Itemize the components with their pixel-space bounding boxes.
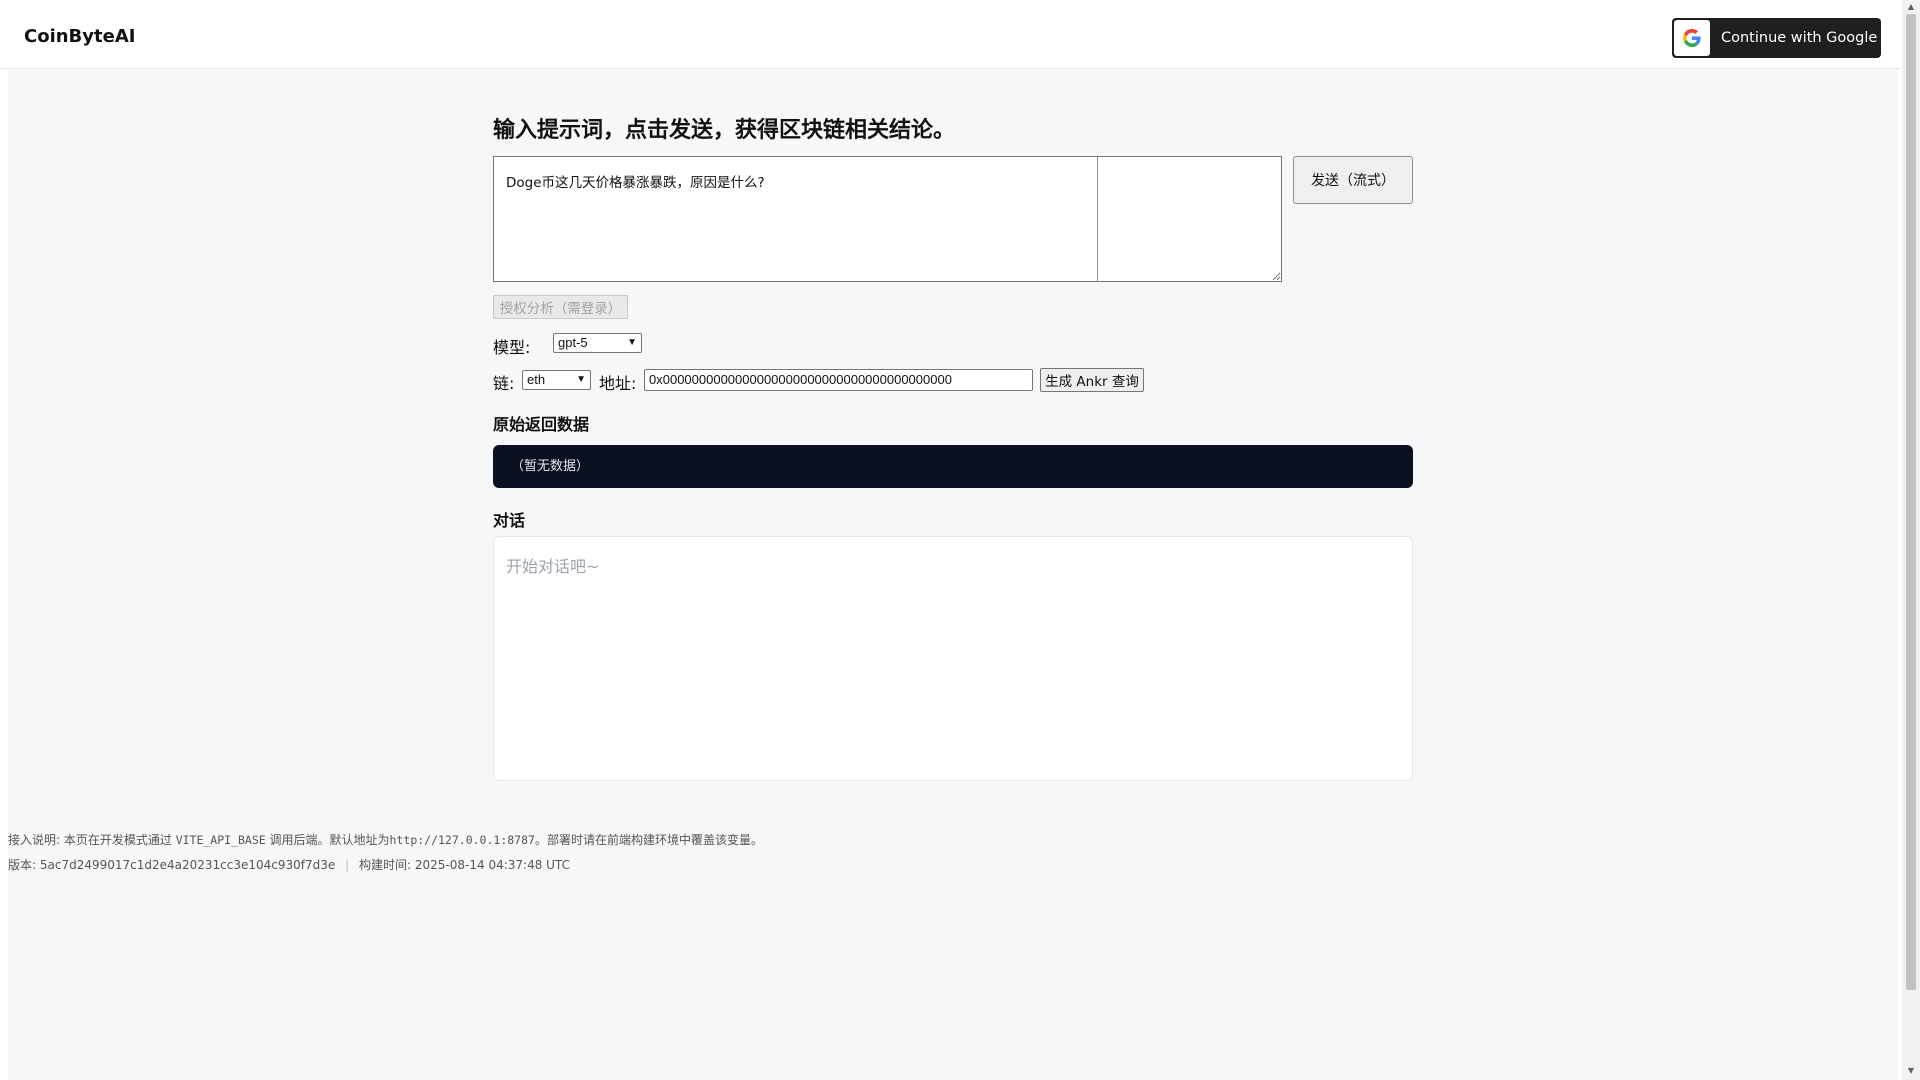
top-header: CoinByteAI Continue with Google	[0, 0, 1900, 69]
note-prefix: 接入说明: 本页在开发模式通过	[8, 833, 172, 847]
model-label: 模型:	[493, 338, 531, 357]
build-time-label: 构建时间:	[359, 858, 412, 872]
send-stream-button[interactable]: 发送（流式）	[1293, 156, 1413, 204]
raw-data-title: 原始返回数据	[493, 415, 590, 434]
version-value: 5ac7d2499017c1d2e4a20231cc3e104c930f7d3e	[39, 858, 336, 872]
generate-ankr-query-button[interactable]: 生成 Ankr 查询	[1040, 368, 1144, 392]
raw-data-empty-text: （暂无数据）	[511, 459, 590, 474]
integration-note: 接入说明: 本页在开发模式通过 VITE_API_BASE 调用后端。默认地址为…	[8, 831, 763, 848]
scroll-down-arrow-icon[interactable]: ▼	[1906, 1066, 1916, 1076]
version-label: 版本:	[8, 858, 37, 872]
google-button-label: Continue with Google	[1721, 30, 1878, 46]
prompt-textarea[interactable]	[493, 156, 1282, 282]
chevron-down-icon: ▼	[576, 374, 586, 385]
google-icon-box	[1674, 20, 1710, 56]
google-g-icon	[1683, 29, 1701, 47]
vertical-scrollbar[interactable]: ▲ ▼	[1902, 0, 1920, 1080]
build-time-value: 2025-08-14 04:37:48 UTC	[414, 858, 570, 872]
authorized-analysis-button: 授权分析（需登录）	[493, 295, 628, 319]
raw-data-panel: （暂无数据）	[493, 445, 1413, 488]
address-input[interactable]: 0x00000000000000000000000000000000000000…	[644, 369, 1033, 391]
chain-select[interactable]: eth ▼	[522, 370, 591, 390]
brand-logo-text[interactable]: CoinByteAI	[24, 26, 135, 47]
model-select-value: gpt-5	[558, 335, 588, 350]
prompt-divider	[1097, 157, 1098, 281]
note-url: http://127.0.0.1:8787	[389, 833, 535, 847]
chain-select-value: eth	[527, 372, 546, 387]
separator: |	[345, 858, 350, 872]
scroll-thumb[interactable]	[1906, 14, 1916, 990]
model-select[interactable]: gpt-5 ▼	[553, 333, 642, 353]
note-mid: 调用后端。默认地址为	[269, 833, 390, 847]
scroll-up-arrow-icon[interactable]: ▲	[1906, 2, 1916, 12]
page-title: 输入提示词，点击发送，获得区块链相关结论。	[493, 118, 956, 143]
continue-with-google-button[interactable]: Continue with Google	[1672, 18, 1881, 58]
address-label: 地址:	[599, 374, 637, 393]
note-env-var: VITE_API_BASE	[175, 833, 266, 847]
chat-placeholder: 开始对话吧~	[506, 557, 600, 576]
chevron-down-icon: ▼	[627, 337, 637, 348]
chain-label: 链:	[493, 374, 515, 393]
build-info: 版本: 5ac7d2499017c1d2e4a20231cc3e104c930f…	[8, 856, 570, 873]
note-suffix: 。部署时请在前端构建环境中覆盖该变量。	[534, 833, 763, 847]
chat-panel[interactable]: 开始对话吧~	[493, 536, 1413, 781]
chat-title: 对话	[493, 511, 526, 530]
